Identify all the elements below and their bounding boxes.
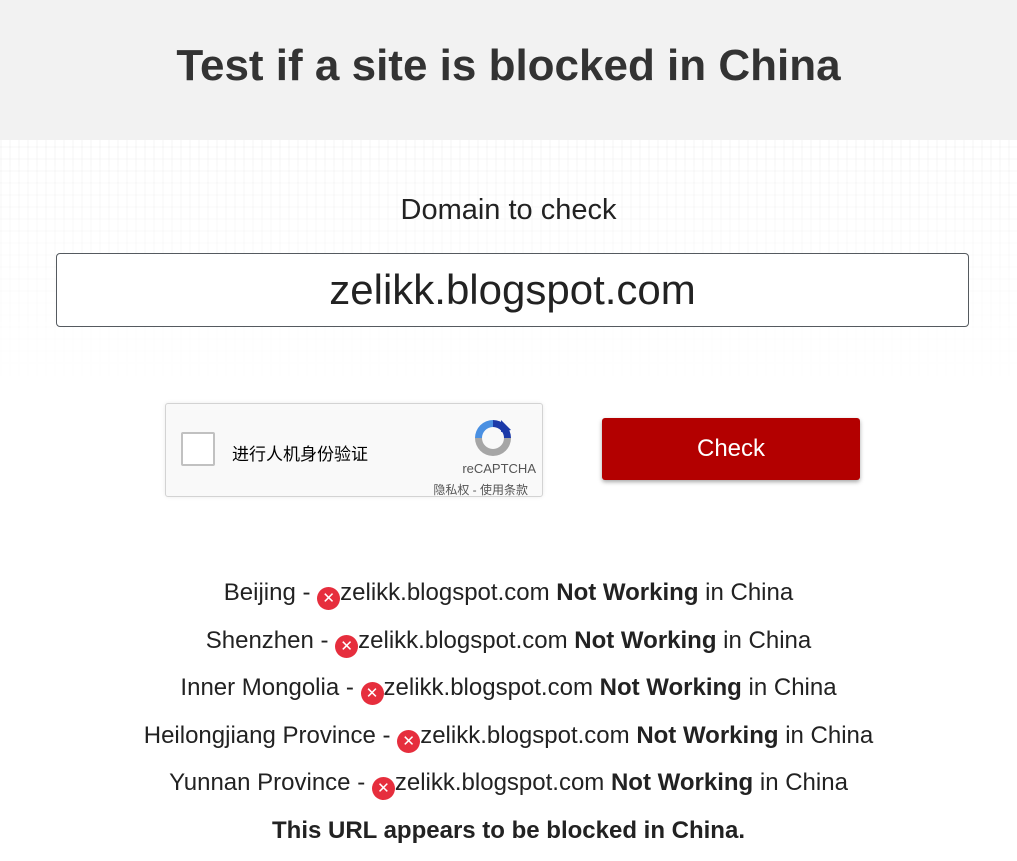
result-domain: zelikk.blogspot.com bbox=[420, 721, 630, 749]
result-item: Beijing - ✕ zelikk.blogspot.com Not Worki… bbox=[0, 570, 1017, 618]
result-separator: - bbox=[313, 626, 336, 654]
result-suffix: in China bbox=[698, 579, 794, 606]
result-location: Beijing bbox=[223, 579, 296, 606]
result-domain: zelikk.blogspot.com bbox=[358, 626, 568, 654]
recaptcha-logo-icon bbox=[475, 420, 511, 456]
recaptcha-brand: reCAPTCHA bbox=[462, 461, 536, 476]
error-icon: ✕ bbox=[360, 682, 384, 705]
result-location: Inner Mongolia bbox=[180, 674, 340, 701]
result-item: Shenzhen - ✕ zelikk.blogspot.com Not Work… bbox=[0, 618, 1017, 666]
recaptcha-label: 进行人机身份验证 bbox=[232, 445, 368, 464]
result-status: Not Working bbox=[556, 579, 699, 606]
recaptcha-checkbox[interactable] bbox=[181, 432, 215, 466]
result-suffix: in China bbox=[741, 674, 837, 701]
results-list: Beijing - ✕ zelikk.blogspot.com Not Worki… bbox=[0, 570, 1017, 853]
result-item: Inner Mongolia - ✕ zelikk.blogspot.com No… bbox=[0, 665, 1017, 713]
result-suffix: in China bbox=[778, 721, 874, 749]
result-status: Not Working bbox=[599, 674, 742, 701]
page-title: Test if a site is blocked in China bbox=[176, 41, 841, 90]
result-status: Not Working bbox=[574, 626, 717, 654]
domain-label: Domain to check bbox=[400, 194, 617, 226]
result-suffix: in China bbox=[753, 769, 848, 796]
result-status: Not Working bbox=[610, 769, 754, 796]
summary-text: This URL appears to be blocked in China. bbox=[272, 816, 745, 844]
check-button[interactable]: Check bbox=[602, 418, 860, 480]
result-domain: zelikk.blogspot.com bbox=[394, 769, 605, 796]
recaptcha-links[interactable]: 隐私权 - 使用条款 bbox=[433, 481, 528, 498]
recaptcha-widget: 进行人机身份验证 reCAPTCHA 隐私权 - 使用条款 bbox=[165, 403, 543, 497]
result-location: Yunnan Province bbox=[169, 769, 351, 796]
result-separator: - bbox=[339, 674, 361, 701]
result-domain: zelikk.blogspot.com bbox=[340, 579, 550, 606]
result-suffix: in China bbox=[716, 626, 812, 654]
error-icon: ✕ bbox=[371, 777, 395, 800]
result-location: Heilongjiang Province bbox=[143, 721, 376, 749]
result-item: Heilongjiang Province - ✕ zelikk.blogspot… bbox=[0, 713, 1017, 761]
page-header: Test if a site is blocked in China bbox=[0, 0, 1017, 140]
result-separator: - bbox=[350, 769, 372, 796]
error-icon: ✕ bbox=[317, 587, 341, 610]
result-domain: zelikk.blogspot.com bbox=[383, 674, 593, 701]
domain-input[interactable] bbox=[56, 253, 969, 327]
result-item: Yunnan Province - ✕ zelikk.blogspot.com N… bbox=[0, 760, 1017, 808]
result-status: Not Working bbox=[636, 721, 779, 749]
error-icon: ✕ bbox=[335, 634, 359, 658]
error-icon: ✕ bbox=[397, 729, 421, 753]
result-separator: - bbox=[295, 579, 318, 606]
result-location: Shenzhen bbox=[205, 626, 314, 654]
result-separator: - bbox=[375, 721, 398, 749]
